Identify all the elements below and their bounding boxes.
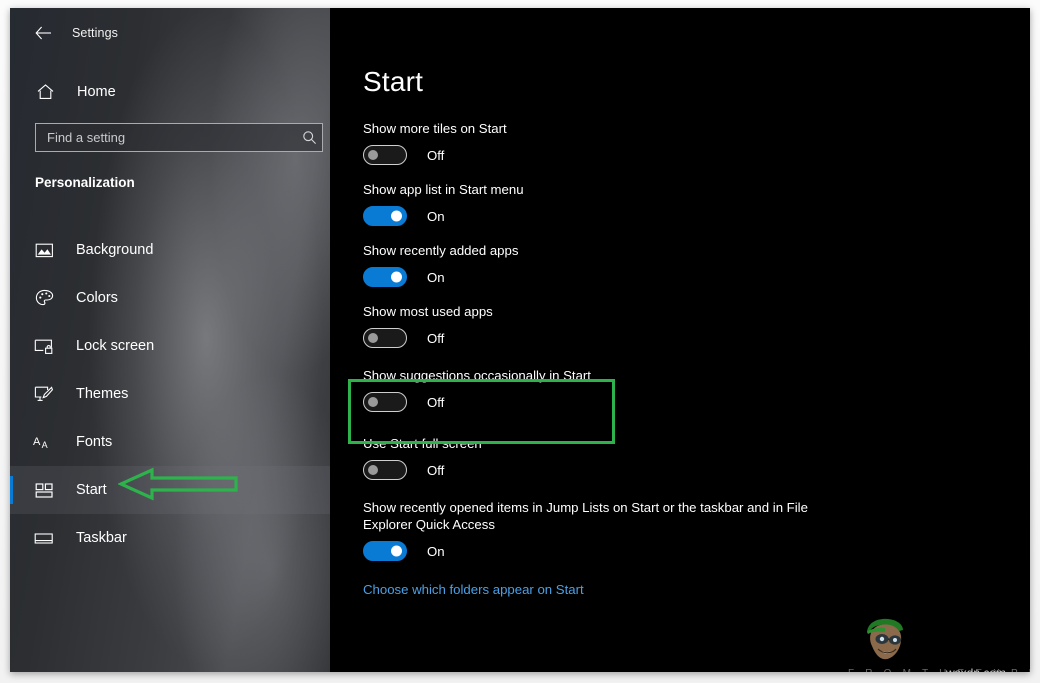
toggle-switch[interactable]	[363, 206, 407, 226]
lock-screen-icon	[32, 334, 56, 358]
sidebar-item-fonts[interactable]: A A Fonts	[10, 418, 330, 466]
taskbar-icon	[32, 526, 56, 550]
toggle-state-label: On	[427, 208, 445, 224]
sidebar-item-home[interactable]: Home	[10, 76, 330, 108]
choose-folders-link[interactable]: Choose which folders appear on Start	[363, 582, 584, 597]
toggle-knob	[368, 465, 378, 475]
setting-show-app-list: Show app list in Start menu On	[363, 181, 1003, 227]
toggle-row: Off	[363, 327, 1003, 349]
back-button[interactable]	[28, 20, 58, 46]
settings-list: Show more tiles on Start Off Show app li…	[363, 120, 1003, 599]
toggle-row: On	[363, 205, 1003, 227]
settings-sidebar: Settings Home Find a setting Personaliza…	[10, 8, 330, 672]
toggle-knob	[391, 545, 402, 557]
app-title: Settings	[72, 26, 118, 40]
toggle-row: Off	[363, 391, 1003, 413]
setting-label: Show recently added apps	[363, 243, 519, 258]
setting-show-most-used-apps: Show most used apps Off	[363, 303, 1003, 349]
sidebar-item-label: Taskbar	[76, 530, 127, 546]
setting-label: Show most used apps	[363, 304, 493, 319]
setting-label: Use Start full screen	[363, 436, 482, 451]
sidebar-item-label: Themes	[76, 386, 129, 402]
toggle-switch[interactable]	[363, 460, 407, 480]
search-box[interactable]	[35, 123, 323, 152]
sidebar-item-label: Lock screen	[76, 338, 155, 354]
toggle-knob	[391, 271, 402, 283]
setting-label: Show app list in Start menu	[363, 182, 524, 197]
toggle-row: On	[363, 266, 1003, 288]
toggle-state-label: Off	[427, 330, 445, 346]
picture-icon	[32, 238, 56, 262]
sidebar-item-label: Fonts	[76, 434, 113, 450]
toggle-state-label: Off	[427, 462, 445, 478]
toggle-knob	[391, 210, 402, 222]
setting-show-more-tiles: Show more tiles on Start Off	[363, 120, 1003, 166]
setting-show-suggestions: Show suggestions occasionally in Start O…	[363, 367, 1003, 413]
toggle-knob	[368, 150, 378, 160]
setting-label: Show suggestions occasionally in Start	[363, 368, 591, 383]
toggle-knob	[368, 333, 378, 343]
sidebar-item-themes[interactable]: Themes	[10, 370, 330, 418]
sidebar-item-taskbar[interactable]: Taskbar	[10, 514, 330, 562]
toggle-switch[interactable]	[363, 145, 407, 165]
sidebar-item-colors[interactable]: Colors	[10, 274, 330, 322]
sidebar-section-title: Personalization	[35, 175, 135, 190]
setting-label: Show recently opened items in Jump Lists…	[363, 500, 808, 532]
toggle-state-label: On	[427, 543, 445, 559]
fonts-aa-icon: A A	[32, 430, 56, 454]
toggle-row: Off	[363, 459, 1003, 481]
palette-icon	[32, 286, 56, 310]
svg-text:A: A	[33, 436, 41, 448]
active-accent-bar	[10, 476, 13, 504]
toggle-state-label: On	[427, 269, 445, 285]
sidebar-item-lock-screen[interactable]: Lock screen	[10, 322, 330, 370]
sidebar-home-label: Home	[77, 84, 116, 100]
search-input[interactable]	[36, 130, 296, 145]
window-titlebar: Settings	[10, 8, 330, 56]
toggle-row: On	[363, 540, 1003, 562]
sidebar-item-label: Background	[76, 242, 154, 258]
setting-show-recently-opened-items: Show recently opened items in Jump Lists…	[363, 499, 1003, 562]
search-icon[interactable]	[296, 124, 322, 151]
svg-text:A: A	[42, 440, 48, 450]
page-title: Start	[363, 66, 424, 97]
toggle-switch[interactable]	[363, 541, 407, 561]
toggle-switch[interactable]	[363, 392, 407, 412]
toggle-switch[interactable]	[363, 328, 407, 348]
setting-label: Show more tiles on Start	[363, 121, 507, 136]
settings-window: Settings Home Find a setting Personaliza…	[10, 8, 1030, 672]
toggle-row: Off	[363, 144, 1003, 166]
start-tiles-icon	[32, 478, 56, 502]
sidebar-item-background[interactable]: Background	[10, 226, 330, 274]
settings-content: Start Show more tiles on Start Off Show …	[330, 8, 1030, 672]
sidebar-item-label: Start	[76, 482, 107, 498]
back-arrow-icon	[34, 26, 51, 40]
themes-brush-icon	[32, 382, 56, 406]
sidebar-item-label: Colors	[76, 290, 118, 306]
toggle-knob	[368, 397, 378, 407]
setting-show-recently-added-apps: Show recently added apps On	[363, 242, 1003, 288]
home-icon	[34, 81, 56, 103]
toggle-state-label: Off	[427, 394, 445, 410]
screenshot-root: Settings Home Find a setting Personaliza…	[0, 0, 1040, 683]
sidebar-nav: Background Colors Lock screen Themes A A…	[10, 226, 330, 562]
setting-use-start-full-screen: Use Start full screen Off	[363, 435, 1003, 481]
sidebar-item-start[interactable]: Start	[10, 466, 330, 514]
toggle-state-label: Off	[427, 147, 445, 163]
toggle-switch[interactable]	[363, 267, 407, 287]
